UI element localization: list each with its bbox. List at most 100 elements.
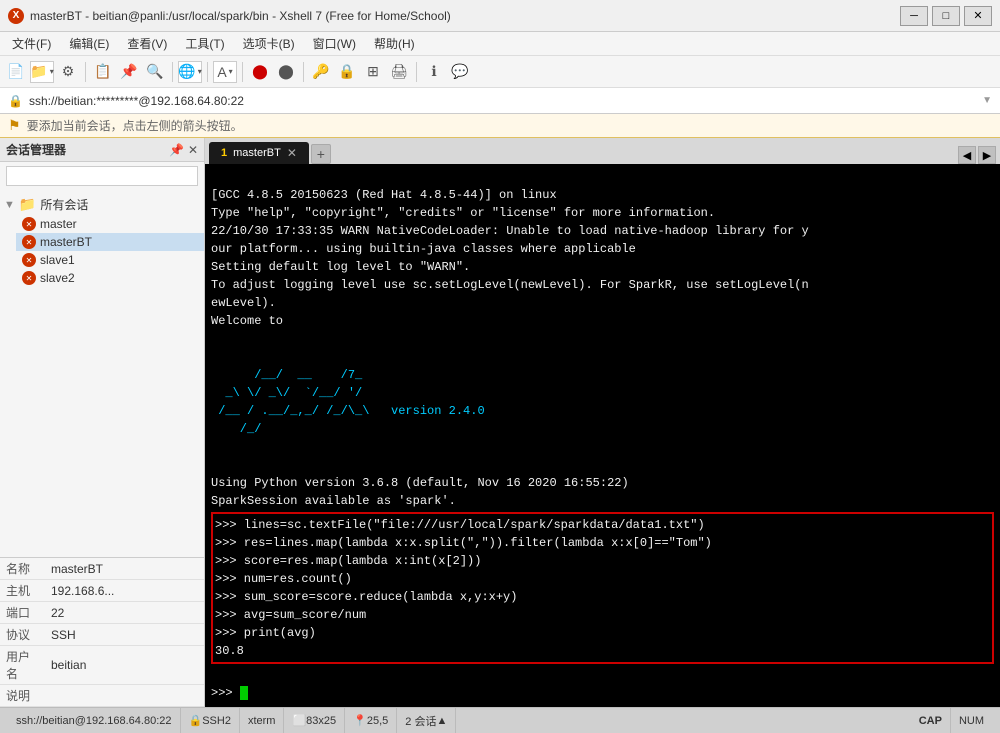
tab-close-icon[interactable]: ✕ (287, 146, 297, 160)
status-sessions-arrow: ▲ (436, 715, 447, 727)
command-block: >>> lines=sc.textFile("file:///usr/local… (211, 512, 994, 664)
info-label-username: 用户名 (0, 646, 45, 685)
tab-bar-left: 1 masterBT ✕ + (209, 142, 331, 164)
new-tab-button[interactable]: + (311, 144, 331, 164)
status-position-icon: 📍 (353, 714, 367, 727)
address-text: ssh://beitian:*********@192.168.64.80:22 (29, 94, 976, 108)
tab-label: masterBT (233, 147, 281, 159)
new-btn[interactable]: 📄 (4, 60, 28, 84)
search-input[interactable] (6, 166, 198, 186)
info-value-host: 192.168.6... (45, 580, 204, 602)
print-btn[interactable]: 🖨 (387, 60, 411, 84)
terminal-line-1: [GCC 4.8.5 20150623 (Red Hat 4.8.5-44)] … (211, 188, 809, 328)
status-dimensions: ⬜ 83x25 (284, 708, 345, 733)
sidebar-pin-icon[interactable]: 📌 (169, 143, 184, 157)
maximize-button[interactable]: □ (932, 6, 960, 26)
info-value-protocol: SSH (45, 624, 204, 646)
title-bar: X masterBT - beitian@panli:/usr/local/sp… (0, 0, 1000, 32)
minimize-button[interactable]: ─ (900, 6, 928, 26)
lock-btn[interactable]: 🔒 (335, 60, 359, 84)
session-item-masterbt[interactable]: ✕ masterBT (16, 233, 204, 251)
session-label-slave2: slave2 (40, 271, 75, 285)
info-bar: ⚑ 要添加当前会话，点击左侧的箭头按钮。 (0, 114, 1000, 138)
session-icon-slave2: ✕ (22, 271, 36, 285)
font-dropdown[interactable]: A▾ (213, 61, 237, 83)
info-message: 要添加当前会话，点击左侧的箭头按钮。 (27, 117, 243, 134)
lock-icon: 🔒 (8, 94, 23, 108)
sidebar-search-area (0, 162, 204, 190)
info-value-port: 22 (45, 602, 204, 624)
info-btn[interactable]: ℹ (422, 60, 446, 84)
info-panel: 名称 masterBT 主机 192.168.6... 端口 22 协议 SSH… (0, 557, 204, 707)
status-cap: CAP (911, 708, 951, 733)
address-dropdown-icon[interactable]: ▼ (982, 95, 992, 106)
stop-btn[interactable]: ⬤ (248, 60, 272, 84)
status-terminal: xterm (240, 708, 285, 733)
title-bar-left: X masterBT - beitian@panli:/usr/local/sp… (8, 8, 451, 24)
separator-1 (85, 62, 86, 82)
separator-2 (172, 62, 173, 82)
address-bar: 🔒 ssh://beitian:*********@192.168.64.80:… (0, 88, 1000, 114)
session-label-slave1: slave1 (40, 253, 75, 267)
sidebar-header: 会话管理器 📌 ✕ (0, 138, 204, 162)
close-button[interactable]: ✕ (964, 6, 992, 26)
session-item-master[interactable]: ✕ master (16, 215, 204, 233)
record-btn[interactable]: ⬤ (274, 60, 298, 84)
tab-masterbt[interactable]: 1 masterBT ✕ (209, 142, 309, 164)
separator-5 (303, 62, 304, 82)
tree-root[interactable]: ▼ 📁 所有会话 (0, 194, 204, 215)
sidebar: 会话管理器 📌 ✕ ▼ 📁 所有会话 ✕ master ✕ (0, 138, 205, 707)
tree-children: ✕ master ✕ masterBT ✕ slave1 ✕ slave2 (0, 215, 204, 287)
separator-4 (242, 62, 243, 82)
folder-icon: 📁 (19, 196, 36, 213)
menu-file[interactable]: 文件(F) (4, 33, 59, 54)
status-ssh-text: ssh://beitian@192.168.64.80:22 (16, 715, 172, 727)
menu-help[interactable]: 帮助(H) (366, 33, 423, 54)
menu-bar: 文件(F) 编辑(E) 查看(V) 工具(T) 选项卡(B) 窗口(W) 帮助(… (0, 32, 1000, 56)
copy-btn[interactable]: 📋 (91, 60, 115, 84)
properties-btn[interactable]: ⚙ (56, 60, 80, 84)
menu-view[interactable]: 查看(V) (119, 33, 175, 54)
terminal-output[interactable]: [GCC 4.8.5 20150623 (Red Hat 4.8.5-44)] … (205, 164, 1000, 707)
window-controls: ─ □ ✕ (900, 6, 992, 26)
session-tree: ▼ 📁 所有会话 ✕ master ✕ masterBT ✕ slave1 (0, 190, 204, 557)
spark-ascii-art: /__/ __ /7_ _\ \/ _\/ `/__/ '/ /__ / .__… (211, 368, 485, 436)
session-label-masterbt: masterBT (40, 235, 92, 249)
session-item-slave2[interactable]: ✕ slave2 (16, 269, 204, 287)
menu-tools[interactable]: 工具(T) (177, 33, 232, 54)
info-label-note: 说明 (0, 685, 45, 707)
session-label-master: master (40, 217, 77, 231)
info-label-port: 端口 (0, 602, 45, 624)
info-row-name: 名称 masterBT (0, 558, 204, 580)
info-table: 名称 masterBT 主机 192.168.6... 端口 22 协议 SSH… (0, 558, 204, 707)
grid-btn[interactable]: ⊞ (361, 60, 385, 84)
tab-next-button[interactable]: ▶ (978, 146, 996, 164)
view-dropdown[interactable]: 🌐▾ (178, 61, 202, 83)
find-btn[interactable]: 🔍 (143, 60, 167, 84)
toolbar: 📄 📁▾ ⚙ 📋 📌 🔍 🌐▾ A▾ ⬤ ⬤ 🔑 🔒 ⊞ 🖨 ℹ 💬 (0, 56, 1000, 88)
menu-window[interactable]: 窗口(W) (305, 33, 364, 54)
info-label-host: 主机 (0, 580, 45, 602)
app-icon: X (8, 8, 24, 24)
window-title: masterBT - beitian@panli:/usr/local/spar… (30, 9, 451, 23)
menu-edit[interactable]: 编辑(E) (61, 33, 117, 54)
session-icon-masterbt: ✕ (22, 235, 36, 249)
chat-btn[interactable]: 💬 (448, 60, 472, 84)
tab-number: 1 (221, 147, 227, 159)
status-terminal-label: xterm (248, 715, 276, 727)
menu-tabs[interactable]: 选项卡(B) (235, 33, 303, 54)
tab-prev-button[interactable]: ◀ (958, 146, 976, 164)
sidebar-close-icon[interactable]: ✕ (188, 143, 198, 157)
status-cap-label: CAP (919, 715, 942, 727)
terminal-container: 1 masterBT ✕ + ◀ ▶ [GCC 4.8.5 20150623 (… (205, 138, 1000, 707)
paste-btn[interactable]: 📌 (117, 60, 141, 84)
info-row-port: 端口 22 (0, 602, 204, 624)
session-item-slave1[interactable]: ✕ slave1 (16, 251, 204, 269)
info-value-username: beitian (45, 646, 204, 685)
sidebar-title: 会话管理器 (6, 141, 66, 158)
key-btn[interactable]: 🔑 (309, 60, 333, 84)
separator-6 (416, 62, 417, 82)
open-dropdown[interactable]: 📁▾ (30, 61, 54, 83)
status-protocol: 🔒 SSH2 (181, 708, 240, 733)
status-position: 📍 25,5 (345, 708, 397, 733)
